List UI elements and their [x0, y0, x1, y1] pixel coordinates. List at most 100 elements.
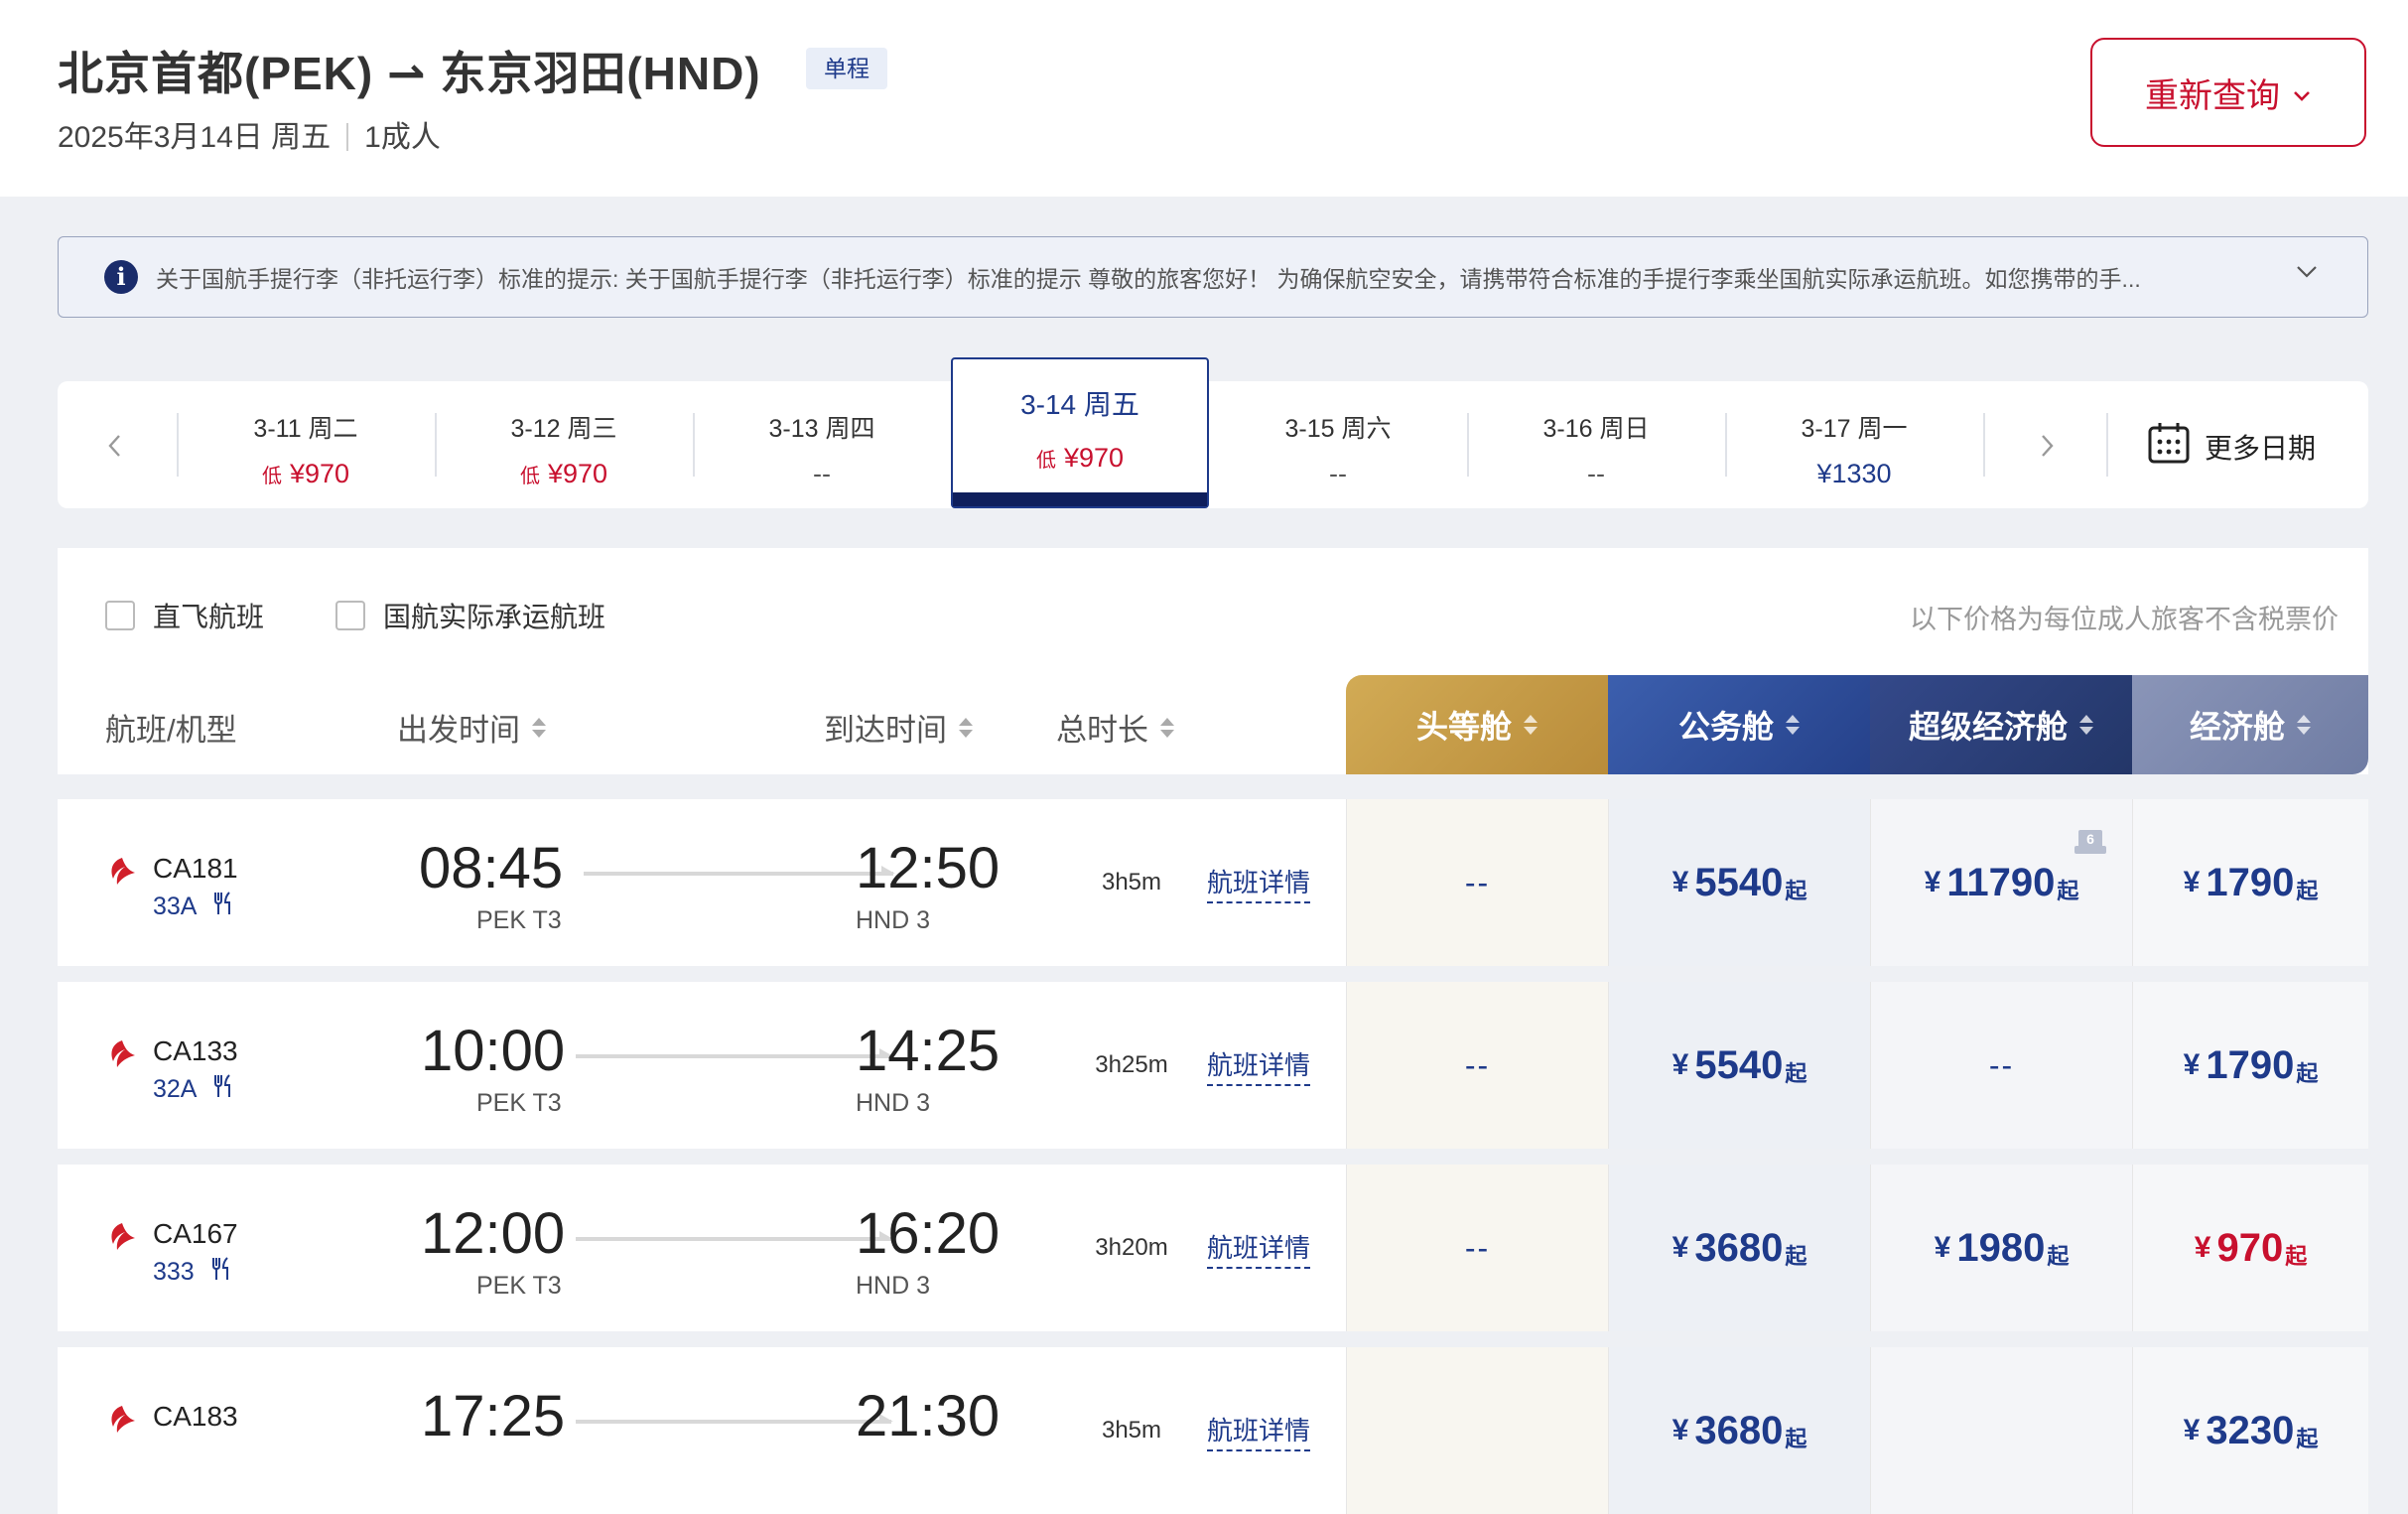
sort-icon [2297, 715, 2311, 735]
meal-icon [210, 1257, 232, 1288]
price-value: 1980 [1956, 1225, 2046, 1270]
flight-number: CA183 [153, 1401, 238, 1432]
divider [346, 123, 349, 151]
arrival-time: 16:20 [856, 1201, 1001, 1266]
column-depart-sort[interactable]: 出发时间 [397, 705, 546, 750]
economy-price[interactable]: ¥1790 起 [2132, 799, 2368, 966]
column-duration-sort[interactable]: 总时长 [1056, 705, 1174, 750]
date-option[interactable]: 3-16 周日 -- [1467, 381, 1725, 508]
departure-time: 10:00 [421, 1019, 566, 1083]
flight-arrow [584, 866, 895, 876]
date-option-selected[interactable]: 3-14 周五 低 ¥970 [951, 357, 1209, 508]
low-price-tag: 低 [519, 466, 540, 487]
date-price: 低 ¥970 [177, 459, 435, 489]
air-china-logo-icon [105, 1037, 139, 1076]
arrival-airport: HND 3 [856, 1089, 931, 1117]
aircraft-code: 33A [153, 893, 198, 920]
meal-icon [212, 892, 234, 922]
from-suffix: 起 [1785, 1244, 1807, 1269]
selected-indicator [953, 492, 1207, 506]
sort-icon [959, 717, 973, 738]
meal-icon [212, 1074, 234, 1105]
premium-economy-price[interactable]: ¥1980 起 [1870, 1165, 2132, 1331]
chevron-down-icon[interactable] [2294, 261, 2320, 286]
premium-economy-price[interactable]: 6 ¥11790 起 [1870, 799, 2132, 966]
calendar-icon [2147, 421, 2191, 472]
flight-arrow [576, 1414, 893, 1424]
date-price: 低 ¥970 [953, 443, 1207, 474]
economy-price-lowest[interactable]: ¥970 起 [2132, 1165, 2368, 1331]
flight-detail-link[interactable]: 航班详情 [1207, 1411, 1311, 1451]
operated-by-filter[interactable]: 国航实际承运航班 [335, 596, 605, 635]
arrival-airport: HND 3 [856, 1272, 931, 1300]
sort-icon [2079, 715, 2093, 735]
economy-price[interactable]: ¥1790 起 [2132, 982, 2368, 1149]
divider [1983, 413, 1985, 477]
price-value: 3230 [2206, 1408, 2295, 1452]
column-label: 到达时间 [824, 713, 947, 748]
flight-number: CA181 [153, 853, 238, 884]
more-dates-button[interactable]: 更多日期 [2147, 421, 2316, 472]
nonstop-filter[interactable]: 直飞航班 [105, 596, 264, 635]
flight-detail-link[interactable]: 航班详情 [1207, 863, 1311, 903]
business-class-price[interactable]: ¥5540 起 [1608, 982, 1870, 1149]
first-class-price: -- [1346, 1165, 1608, 1331]
date-selector: 3-11 周二 低 ¥970 3-12 周三 低 ¥970 3-13 周四 -- 3… [58, 357, 2368, 508]
sort-icon [532, 717, 546, 738]
first-class-price [1346, 1347, 1608, 1514]
price-value: 970 [2216, 1225, 2284, 1270]
low-price-tag: 低 [1035, 450, 1056, 472]
economy-price[interactable]: ¥3230 起 [2132, 1347, 2368, 1514]
divider [2106, 413, 2108, 477]
flight-detail-link[interactable]: 航班详情 [1207, 1228, 1311, 1269]
cabin-economy-sort[interactable]: 经济舱 [2132, 675, 2368, 774]
date-price: -- [813, 459, 831, 488]
business-class-price[interactable]: ¥3680 起 [1608, 1347, 1870, 1514]
chevron-left-icon[interactable] [95, 421, 135, 471]
flight-arrow [576, 1048, 893, 1058]
date-label: 3-13 周四 [768, 415, 875, 443]
chevron-down-icon [2292, 73, 2312, 112]
requery-button[interactable]: 重新查询 [2090, 38, 2366, 147]
date-option[interactable]: 3-13 周四 -- [693, 381, 951, 508]
cabin-business-sort[interactable]: 公务舱 [1608, 675, 1870, 774]
flight-duration: 3h5m [1101, 1417, 1162, 1444]
date-price: 低 ¥970 [435, 459, 693, 489]
cabin-premium-sort[interactable]: 超级经济舱 [1870, 675, 2132, 774]
route-title: 北京首都(PEK) ⇀ 东京羽田(HND) [58, 48, 761, 99]
date-label: 3-11 周二 [253, 415, 358, 443]
from-suffix: 起 [2047, 1244, 2070, 1269]
price-value: 11790 [1946, 860, 2056, 904]
search-summary-header: 北京首都(PEK) ⇀ 东京羽田(HND) 单程 2025年3月14日 周五 1成… [0, 0, 2408, 197]
currency: ¥ [2194, 1231, 2211, 1264]
column-label: 公务舱 [1677, 709, 1774, 745]
date-option[interactable]: 3-17 周一 ¥1330 [1725, 381, 1983, 508]
column-label: 出发时间 [397, 713, 520, 748]
flight-row: CA133 32A 10:00 PEK T3 14:25 HND 3 3h25m… [58, 982, 2368, 1149]
operated-by-checkbox[interactable] [335, 601, 365, 630]
column-label: 头等舱 [1415, 709, 1512, 745]
currency: ¥ [1672, 866, 1689, 898]
from-suffix: 起 [2296, 879, 2319, 903]
column-arrive-sort[interactable]: 到达时间 [824, 705, 973, 750]
flight-duration: 3h25m [1095, 1051, 1168, 1078]
cabin-first-sort[interactable]: 头等舱 [1346, 675, 1608, 774]
nonstop-checkbox[interactable] [105, 601, 135, 630]
low-price-tag: 低 [261, 466, 282, 487]
flight-detail-link[interactable]: 航班详情 [1207, 1045, 1311, 1086]
date-option[interactable]: 3-15 周六 -- [1209, 381, 1467, 508]
business-class-price[interactable]: ¥5540 起 [1608, 799, 1870, 966]
flight-number: CA167 [153, 1218, 238, 1249]
arrival-time: 21:30 [856, 1384, 1001, 1448]
flight-arrow [576, 1231, 893, 1241]
chevron-right-icon[interactable] [2027, 421, 2067, 471]
baggage-notice-banner[interactable]: i 关于国航手提行李（非托运行李）标准的提示: 关于国航手提行李（非托运行李）标… [58, 236, 2368, 318]
aircraft-type: 333 [153, 1257, 232, 1288]
currency: ¥ [2183, 1048, 2201, 1081]
column-label: 航班/机型 [105, 713, 237, 748]
price-unavailable: -- [1988, 1046, 2015, 1083]
date-option[interactable]: 3-11 周二 低 ¥970 [177, 381, 435, 508]
business-class-price[interactable]: ¥3680 起 [1608, 1165, 1870, 1331]
price-value: 5540 [1694, 860, 1784, 904]
date-option[interactable]: 3-12 周三 低 ¥970 [435, 381, 693, 508]
